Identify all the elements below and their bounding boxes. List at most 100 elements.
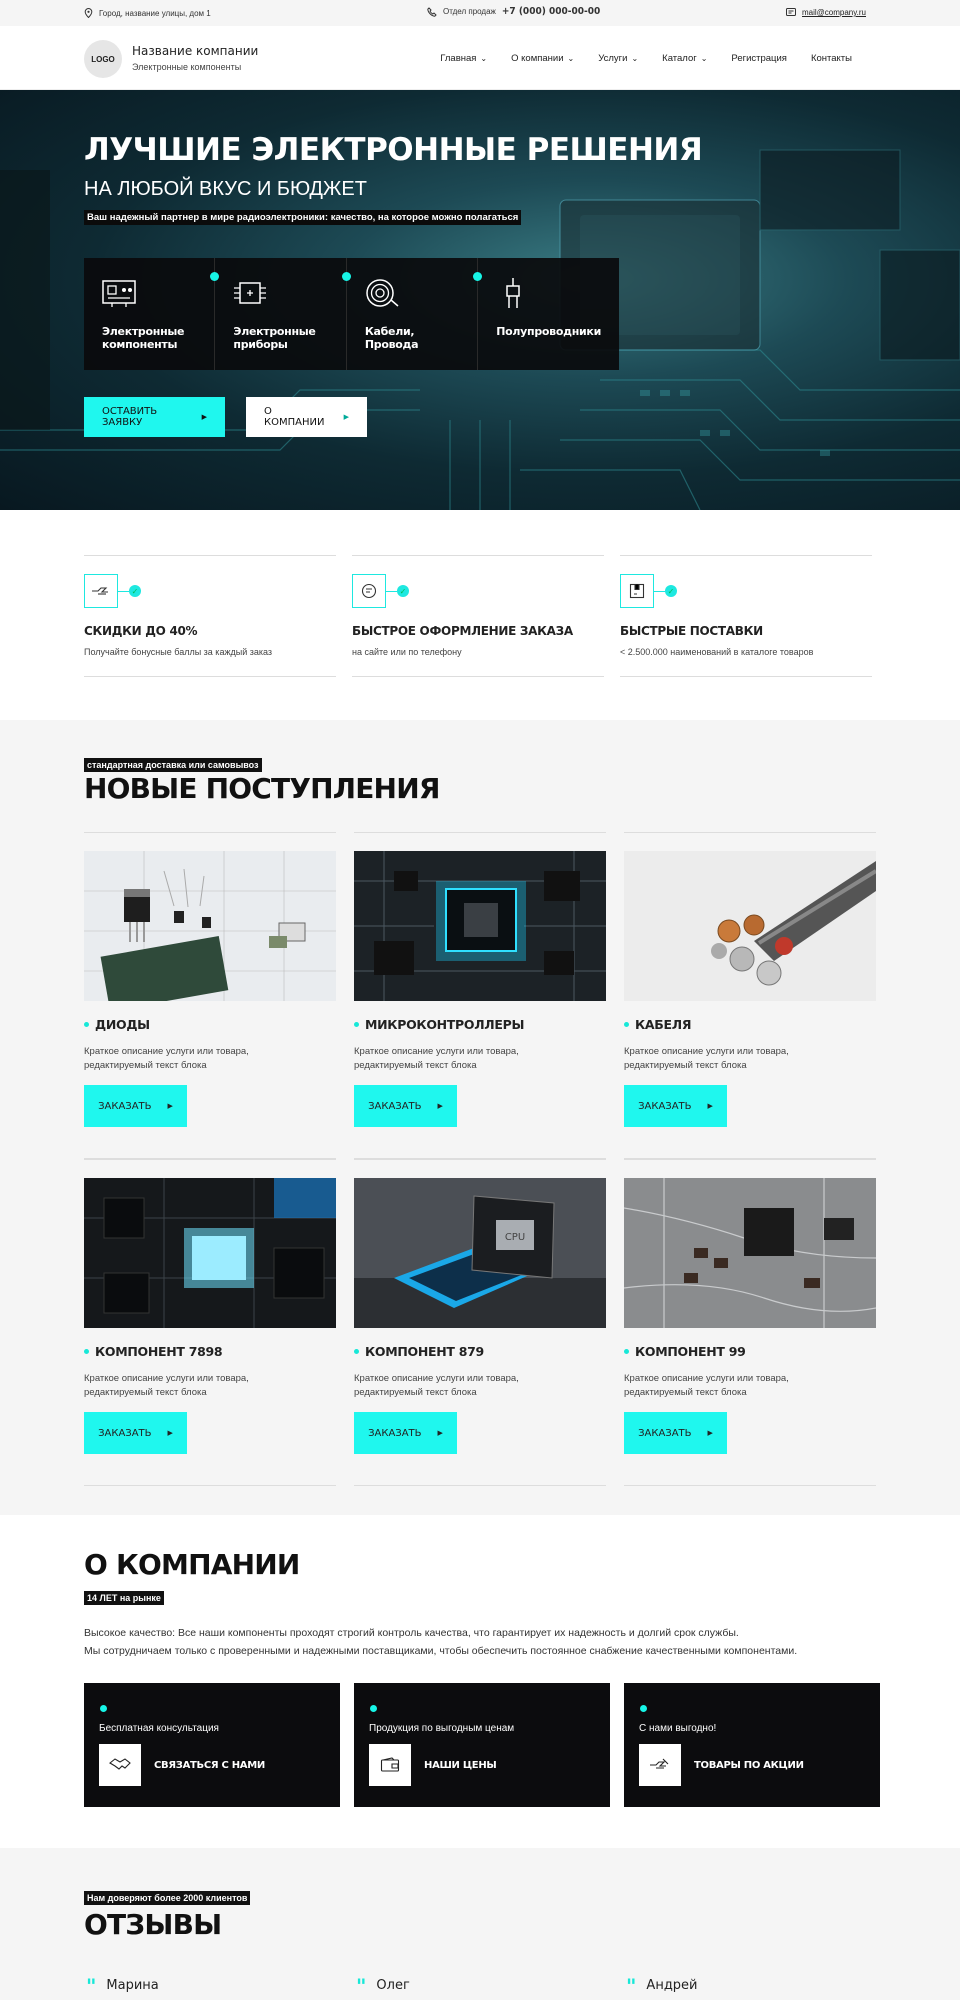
quote-icon: " xyxy=(626,1973,637,1998)
accent-dot xyxy=(100,1705,107,1712)
order-button-label: ЗАКАЗАТЬ xyxy=(98,1427,152,1439)
product-title[interactable]: КАБЕЛЯ xyxy=(624,1017,691,1032)
phone-label: Отдел продаж xyxy=(443,7,496,16)
reviewer: " Андрей xyxy=(626,1973,698,1998)
order-button[interactable]: ЗАКАЗАТЬ ▶ xyxy=(354,1085,457,1127)
discount-hand-icon xyxy=(650,1758,669,1769)
reviewer-name: Марина xyxy=(106,1978,159,1993)
product-title-text: КАБЕЛЯ xyxy=(635,1017,692,1032)
promo-products-link[interactable]: ТОВАРЫ ПО АКЦИИ xyxy=(694,1760,804,1771)
accent-dot xyxy=(341,272,351,281)
reviewer: " Марина xyxy=(86,1976,159,1996)
hero-card-devices[interactable]: Электронные приборы xyxy=(210,258,347,370)
about-card-icon-box xyxy=(369,1744,411,1786)
accent-dot xyxy=(84,1022,89,1027)
product-title[interactable]: МИКРОКОНТРОЛЛЕРЫ xyxy=(354,1017,524,1032)
product-title[interactable]: КОМПОНЕНТ 99 xyxy=(624,1344,746,1359)
product-title-text: КОМПОНЕНТ 99 xyxy=(635,1344,746,1359)
product-title[interactable]: КОМПОНЕНТ 879 xyxy=(354,1344,484,1359)
phone-number[interactable]: +7 (000) 000-00-00 xyxy=(502,6,600,17)
hero-card-components[interactable]: Электронные компоненты xyxy=(84,258,216,370)
hero-title: ЛУЧШИЕ ЭЛЕКТРОННЫЕ РЕШЕНИЯ xyxy=(84,132,703,168)
quote-icon: " xyxy=(356,1973,367,1998)
products-title: НОВЫЕ ПОСТУПЛЕНИЯ xyxy=(84,772,440,805)
about-paragraph: Высокое качество: Все наши компоненты пр… xyxy=(84,1627,739,1639)
order-button[interactable]: ЗАКАЗАТЬ ▶ xyxy=(84,1412,187,1454)
nav-label: О компании xyxy=(511,53,564,64)
hero-card-label: Полупроводники xyxy=(496,325,601,338)
order-button[interactable]: ЗАКАЗАТЬ ▶ xyxy=(624,1085,727,1127)
products-badge: стандартная доставка или самовывоз xyxy=(84,758,262,772)
topbar: Город, название улицы, дом 1 Отдел прода… xyxy=(0,0,960,26)
order-button[interactable]: ЗАКАЗАТЬ ▶ xyxy=(354,1412,457,1454)
nav-item-registration[interactable]: Регистрация xyxy=(731,53,787,64)
arrow-right-icon: ▶ xyxy=(201,413,207,421)
product-image[interactable] xyxy=(84,1178,336,1328)
order-button-label: ЗАКАЗАТЬ xyxy=(638,1427,692,1439)
accent-dot xyxy=(210,272,220,281)
product-card: CPU КОМПОНЕНТ 879 Краткое описание услуг… xyxy=(354,1159,606,1486)
reviews-badge: Нам доверяют более 2000 клиентов xyxy=(84,1891,251,1905)
nav-item-home[interactable]: Главная ⌄ xyxy=(440,53,487,64)
feature-icon-box xyxy=(84,574,118,608)
address: Город, название улицы, дом 1 xyxy=(84,8,211,18)
nav-label: Контакты xyxy=(810,53,852,64)
check-icon: ✓ xyxy=(665,585,677,597)
nav-label: Регистрация xyxy=(731,53,787,64)
feature-title: БЫСТРОЕ ОФОРМЛЕНИЕ ЗАКАЗА xyxy=(352,624,573,638)
chevron-down-icon: ⌄ xyxy=(631,54,639,63)
semiconductor-icon xyxy=(506,278,521,308)
wallet-icon xyxy=(380,1757,400,1772)
product-desc: Краткое описание услуги или товара, реда… xyxy=(354,1046,519,1072)
nav-item-catalog[interactable]: Каталог ⌄ xyxy=(662,53,707,64)
arrow-right-icon: ▶ xyxy=(167,1102,173,1110)
order-button[interactable]: ЗАКАЗАТЬ ▶ xyxy=(84,1085,187,1127)
hero-card-semiconductors[interactable]: Полупроводники xyxy=(473,258,619,370)
about-button[interactable]: О КОМПАНИИ ▶ xyxy=(246,397,367,437)
connector-line xyxy=(654,591,665,592)
product-image[interactable] xyxy=(624,1178,876,1328)
product-desc: Краткое описание услуги или товара, реда… xyxy=(624,1373,789,1399)
arrow-right-icon: ▶ xyxy=(437,1429,443,1437)
contact-us-link[interactable]: СВЯЗАТЬСЯ С НАМИ xyxy=(154,1760,265,1771)
product-image[interactable] xyxy=(84,851,336,1001)
email-block: mail@company.ru xyxy=(786,8,866,17)
delivery-box-icon xyxy=(629,583,645,599)
about-card-icon-box xyxy=(99,1744,141,1786)
product-title-text: КОМПОНЕНТ 7898 xyxy=(95,1344,223,1359)
order-button-label: ЗАКАЗАТЬ xyxy=(368,1427,422,1439)
products-grid: ДИОДЫ Краткое описание услуги или товара… xyxy=(84,832,876,1486)
our-prices-link[interactable]: НАШИ ЦЕНЫ xyxy=(424,1760,497,1771)
about-title: О КОМПАНИИ xyxy=(84,1548,300,1581)
order-button-label: ЗАКАЗАТЬ xyxy=(368,1100,422,1112)
order-button[interactable]: ЗАКАЗАТЬ ▶ xyxy=(624,1412,727,1454)
arrow-right-icon: ▶ xyxy=(437,1102,443,1110)
accent-dot xyxy=(640,1705,647,1712)
header: LOGO Название компании Электронные компо… xyxy=(0,26,960,90)
logo[interactable]: LOGO xyxy=(84,40,122,78)
chevron-down-icon: ⌄ xyxy=(567,54,575,63)
nav-item-contacts[interactable]: Контакты xyxy=(811,53,852,64)
about-card-promo: С нами выгодно! ТОВАРЫ ПО АКЦИИ xyxy=(624,1683,880,1807)
hero-card-label: Электронные компоненты xyxy=(102,325,185,352)
nav-item-services[interactable]: Услуги ⌄ xyxy=(598,53,638,64)
hero-card-cables[interactable]: Кабели, Провода xyxy=(341,258,479,370)
reviews-title: ОТЗЫВЫ xyxy=(84,1908,222,1941)
circuit-board-icon xyxy=(102,280,136,307)
product-image[interactable] xyxy=(624,851,876,1001)
about-button-label: О КОМПАНИИ xyxy=(264,406,325,428)
product-title[interactable]: КОМПОНЕНТ 7898 xyxy=(84,1344,223,1359)
request-button[interactable]: ОСТАВИТЬ ЗАЯВКУ ▶ xyxy=(84,397,225,437)
product-desc: Краткое описание услуги или товара, реда… xyxy=(624,1046,789,1072)
product-image[interactable]: CPU xyxy=(354,1178,606,1328)
product-title[interactable]: ДИОДЫ xyxy=(84,1017,150,1032)
company-block: Название компании Электронные компоненты xyxy=(132,44,258,72)
accent-dot xyxy=(624,1022,629,1027)
request-button-label: ОСТАВИТЬ ЗАЯВКУ xyxy=(102,406,158,428)
nav-item-about[interactable]: О компании ⌄ xyxy=(511,53,574,64)
product-image[interactable] xyxy=(354,851,606,1001)
nav-label: Главная xyxy=(440,53,477,64)
arrow-right-icon: ▶ xyxy=(167,1429,173,1437)
email-link[interactable]: mail@company.ru xyxy=(802,8,866,17)
order-button-label: ЗАКАЗАТЬ xyxy=(98,1100,152,1112)
